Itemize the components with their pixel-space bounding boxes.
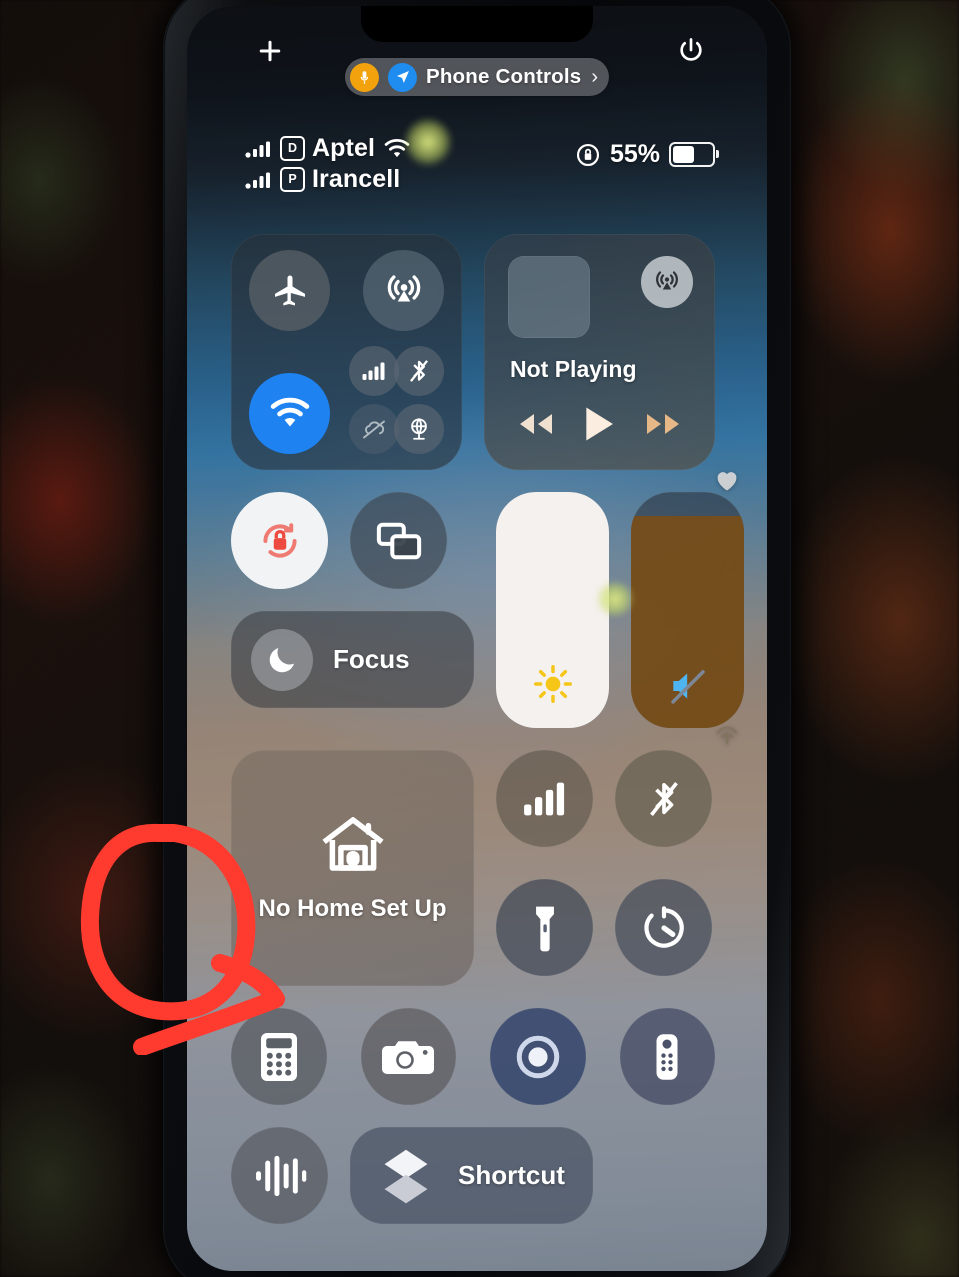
screen-record-icon	[516, 1035, 559, 1078]
rotation-lock-icon	[576, 143, 600, 166]
airdrop-button[interactable]	[363, 250, 444, 331]
timer-button[interactable]	[615, 879, 712, 976]
screen-record-button[interactable]	[490, 1008, 586, 1105]
plus-icon[interactable]	[255, 36, 285, 66]
personal-hotspot-icon	[363, 420, 385, 439]
airplay-button[interactable]	[641, 256, 693, 308]
bluetooth-button[interactable]	[394, 346, 444, 396]
slider-pair	[496, 492, 744, 728]
shortcuts-icon	[384, 1149, 428, 1203]
timer-icon	[643, 905, 684, 948]
waveform-icon	[255, 1155, 306, 1196]
airplane-icon	[274, 275, 305, 305]
camera-icon	[382, 1040, 435, 1074]
apple-tv-remote-button[interactable]	[619, 1008, 715, 1105]
sound-levels-icon	[523, 782, 564, 815]
control-center-grid: Not Playing Focus No Home Set Up Shortcu…	[231, 234, 744, 1246]
sim-badge-secondary: P	[280, 167, 305, 192]
rewind-button[interactable]	[514, 409, 558, 444]
cc-row-4	[231, 1008, 715, 1105]
media-transport-controls	[484, 405, 715, 448]
bluetooth-slash-icon	[649, 781, 678, 816]
bluetooth-slash-icon	[410, 360, 428, 382]
voice-memo-button[interactable]	[231, 1127, 328, 1224]
sim-badge-primary: D	[280, 136, 305, 161]
battery-percent: 55%	[609, 140, 660, 168]
connectivity-module	[231, 234, 462, 470]
shortcut-label: Shortcut	[458, 1160, 565, 1190]
album-artwork-placeholder	[508, 256, 590, 338]
vpn-button[interactable]	[394, 404, 444, 454]
battery-icon	[669, 142, 719, 167]
location-arrow-icon	[387, 62, 417, 92]
cc-row-2: Focus	[231, 492, 744, 728]
signal-bars-icon	[245, 141, 270, 158]
cc-left-column: Focus	[231, 492, 474, 728]
airdrop-icon	[387, 274, 420, 301]
microphone-icon	[349, 62, 379, 92]
hearing-button[interactable]	[496, 750, 593, 847]
wifi-button[interactable]	[249, 373, 330, 454]
chevron-right-icon: ›	[591, 65, 599, 88]
flashlight-button[interactable]	[496, 879, 593, 976]
sun-icon	[496, 662, 609, 706]
signal-bars-icon	[245, 172, 270, 189]
iphone-device: Phone Controls › D Aptel P Irancell 55% …	[163, 0, 791, 1277]
iphone-screen: Phone Controls › D Aptel P Irancell 55% …	[187, 6, 767, 1271]
cc-row-1: Not Playing	[231, 234, 715, 470]
device-notch	[361, 6, 593, 42]
power-icon[interactable]	[677, 36, 705, 64]
cellular-data-button[interactable]	[349, 346, 399, 396]
bluetooth-off-button[interactable]	[615, 750, 712, 847]
play-icon	[586, 407, 614, 441]
screen-mirroring-button[interactable]	[350, 492, 447, 589]
play-button[interactable]	[582, 405, 616, 448]
personal-hotspot-button[interactable]	[349, 404, 399, 454]
fast-forward-button[interactable]	[641, 409, 685, 444]
status-bar: D Aptel P Irancell 55%	[187, 134, 767, 208]
moon-icon	[251, 628, 313, 691]
focus-tile[interactable]: Focus	[231, 611, 474, 708]
cellular-bars-icon	[362, 362, 385, 380]
flashlight-icon	[535, 906, 554, 951]
tv-remote-icon	[656, 1033, 678, 1080]
wifi-icon	[270, 397, 309, 426]
carrier-row-primary: D Aptel	[245, 134, 412, 163]
carrier-name-primary: Aptel	[312, 134, 375, 162]
rotation-lock-button[interactable]	[231, 492, 328, 589]
home-tile[interactable]: No Home Set Up	[231, 750, 474, 986]
house-icon	[321, 817, 384, 871]
fast-forward-icon	[646, 414, 679, 434]
brightness-slider[interactable]	[496, 492, 609, 728]
speaker-mute-icon	[631, 666, 744, 706]
photo-of-iphone: Phone Controls › D Aptel P Irancell 55% …	[0, 0, 959, 1277]
cc-round-buttons-grid	[496, 750, 712, 986]
status-bar-left: D Aptel P Irancell	[245, 134, 412, 194]
focus-label: Focus	[333, 644, 410, 674]
carrier-name-secondary: Irancell	[312, 165, 401, 193]
camera-button[interactable]	[360, 1008, 456, 1105]
calculator-icon	[260, 1032, 297, 1081]
status-bar-right: 55%	[575, 140, 719, 169]
calculator-button[interactable]	[231, 1008, 327, 1105]
home-label: No Home Set Up	[258, 895, 447, 922]
volume-slider[interactable]	[631, 492, 744, 728]
rotation-lock-icon	[262, 522, 297, 558]
screen-mirroring-icon	[376, 522, 421, 559]
media-player-module[interactable]: Not Playing	[484, 234, 715, 470]
now-playing-status: Not Playing	[510, 356, 637, 382]
cc-row-3: No Home Set Up	[231, 750, 715, 986]
vpn-globe-icon	[411, 418, 427, 440]
carrier-row-secondary: P Irancell	[245, 165, 412, 194]
shortcut-tile[interactable]: Shortcut	[350, 1127, 593, 1224]
toggle-pair	[231, 492, 474, 589]
privacy-indicator-pill[interactable]: Phone Controls ›	[344, 58, 610, 96]
airplay-audio-icon	[656, 271, 678, 290]
rewind-icon	[520, 414, 553, 434]
airplane-mode-button[interactable]	[249, 250, 330, 331]
privacy-pill-label: Phone Controls	[425, 65, 582, 88]
cc-row-5: Shortcut	[231, 1127, 715, 1224]
wifi-icon	[384, 138, 410, 157]
